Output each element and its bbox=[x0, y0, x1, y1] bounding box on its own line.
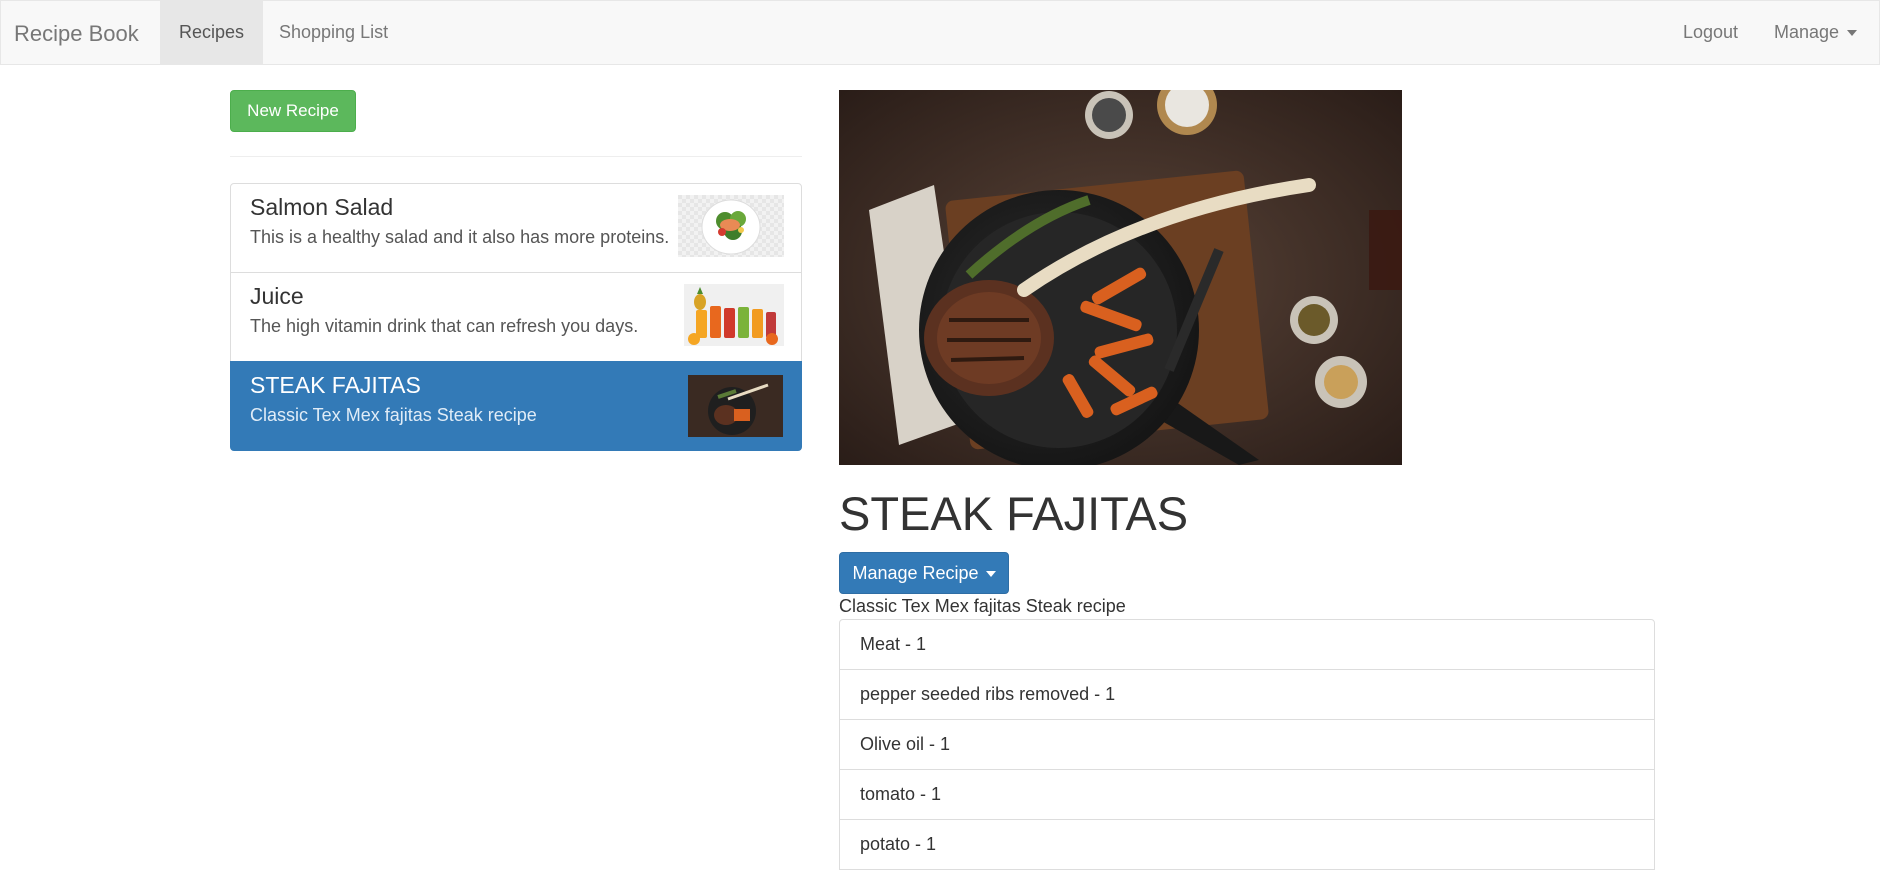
new-recipe-button[interactable]: New Recipe bbox=[230, 90, 356, 132]
recipe-description: The high vitamin drink that can refresh … bbox=[250, 316, 639, 336]
recipe-thumbnail-steak-fajitas bbox=[688, 375, 783, 437]
recipe-title: STEAK FAJITAS bbox=[839, 487, 1189, 540]
brand-link[interactable]: Recipe Book bbox=[14, 21, 139, 47]
recipe-name: Juice bbox=[250, 283, 304, 309]
tab-shopping-list[interactable]: Shopping List bbox=[260, 1, 407, 64]
logout-link[interactable]: Logout bbox=[1664, 1, 1757, 64]
manage-recipe-label: Manage Recipe bbox=[852, 563, 979, 583]
ingredient-item[interactable]: Meat - 1 bbox=[839, 619, 1655, 670]
recipe-item-salmon-salad[interactable]: Salmon Salad This is a healthy salad and… bbox=[230, 183, 802, 273]
top-navbar: Recipe Book Recipes Shopping List Logout… bbox=[0, 0, 1880, 65]
ingredient-item[interactable]: potato - 1 bbox=[839, 819, 1655, 870]
recipe-description: Classic Tex Mex fajitas Steak recipe bbox=[250, 405, 537, 425]
recipe-name: Salmon Salad bbox=[250, 194, 394, 220]
recipe-image bbox=[839, 90, 1402, 465]
divider bbox=[230, 156, 802, 157]
recipe-description: This is a healthy salad and it also has … bbox=[250, 227, 670, 247]
recipe-name: STEAK FAJITAS bbox=[250, 372, 421, 398]
ingredient-item[interactable]: pepper seeded ribs removed - 1 bbox=[839, 669, 1655, 720]
manage-recipe-button[interactable]: Manage Recipe bbox=[839, 552, 1009, 594]
caret-down-icon bbox=[1847, 30, 1858, 37]
recipe-description: Classic Tex Mex fajitas Steak recipe bbox=[839, 596, 1126, 616]
tab-recipes[interactable]: Recipes bbox=[160, 1, 264, 64]
manage-label: Manage bbox=[1774, 22, 1840, 42]
caret-down-icon bbox=[985, 571, 996, 578]
recipe-item-juice[interactable]: Juice The high vitamin drink that can re… bbox=[230, 272, 802, 362]
ingredient-item[interactable]: Olive oil - 1 bbox=[839, 719, 1655, 770]
recipe-thumbnail-salmon-salad bbox=[678, 195, 784, 257]
recipe-thumbnail-juice bbox=[684, 284, 784, 346]
manage-dropdown[interactable]: Manage bbox=[1755, 1, 1876, 64]
recipe-item-steak-fajitas[interactable]: STEAK FAJITAS Classic Tex Mex fajitas St… bbox=[230, 361, 802, 451]
ingredient-item[interactable]: tomato - 1 bbox=[839, 769, 1655, 820]
ingredient-list: Meat - 1 pepper seeded ribs removed - 1 … bbox=[839, 619, 1655, 870]
